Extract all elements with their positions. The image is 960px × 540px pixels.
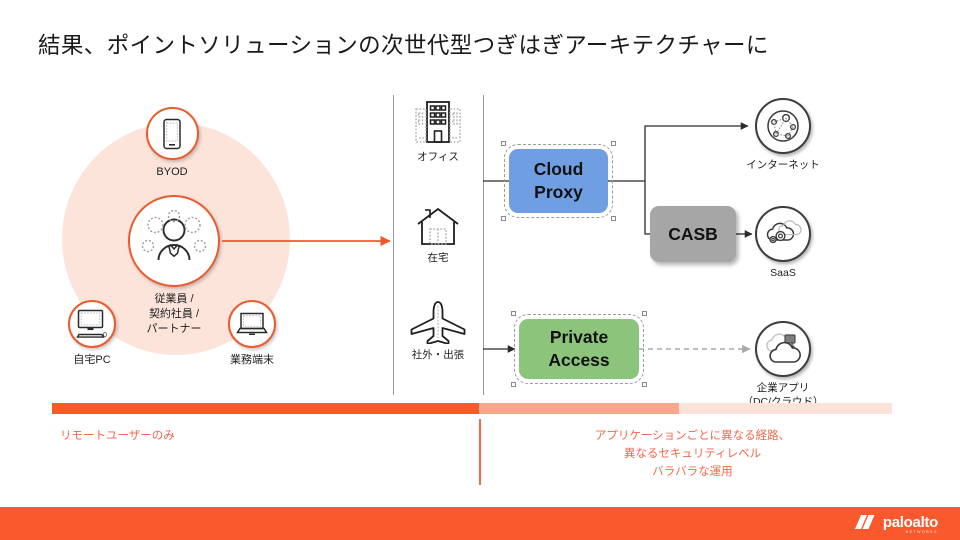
laptop-icon: [236, 312, 268, 335]
private-access-label: Private Access: [548, 326, 609, 372]
dest-internet: インターネット: [728, 98, 838, 173]
location-home: 在宅: [390, 205, 486, 265]
saas-label: SaaS: [770, 267, 796, 279]
employee-label-line2: 契約社員 /: [148, 308, 200, 320]
paloalto-wordmark: paloalto: [882, 514, 938, 531]
cloud-proxy-label-line2: Proxy: [534, 182, 583, 202]
bar-segment-2: [479, 403, 679, 414]
employee-label-line1: 従業員 /: [154, 293, 194, 305]
saas-cloud-icon: [766, 220, 802, 244]
location-home-label: 在宅: [427, 252, 449, 264]
desktop-computer-icon: 0: [76, 309, 107, 339]
enterprise-app-cloud-icon: [766, 333, 801, 363]
dest-enterprise-app: 企業アプリ （DC/クラウド）: [728, 321, 838, 409]
paloalto-logo: paloalto: [854, 514, 938, 531]
right-caption-line3: バラバラな運用: [652, 466, 733, 478]
mobile-phone-icon: [163, 118, 181, 149]
casb-box[interactable]: CASB: [650, 206, 736, 262]
enterprise-app-label-line1: 企業アプリ: [756, 382, 810, 394]
enterprise-app-circle: [755, 321, 811, 377]
employee-circle: [128, 195, 220, 287]
node-home-pc: 0 自宅PC: [60, 300, 124, 367]
saas-circle: [755, 206, 811, 262]
bottom-section-divider: [479, 419, 481, 485]
employee-label: 従業員 / 契約社員 / パートナー: [128, 292, 220, 337]
private-access-label-line2: Access: [548, 350, 610, 370]
slide-canvas: 結果、ポイントソリューションの次世代型つぎはぎアーキテクチャーに BYOD 従業…: [0, 0, 960, 540]
byod-label: BYOD: [156, 166, 188, 178]
right-caption-line2: 異なるセキュリティレベル: [623, 448, 762, 460]
airplane-icon: [410, 301, 466, 344]
house-icon: [417, 207, 459, 245]
bar-segment-1: [52, 403, 479, 414]
location-travel-label: 社外・出張: [411, 349, 465, 361]
bar-segment-3: [679, 403, 892, 414]
cloud-proxy-box[interactable]: Cloud Proxy: [501, 141, 616, 221]
cloud-proxy-label: Cloud Proxy: [534, 158, 584, 204]
user-group-icon: [141, 210, 207, 261]
work-device-circle: [228, 300, 276, 348]
internet-circle: [755, 98, 811, 154]
footer-bar: paloalto NETWORKS: [0, 507, 960, 540]
node-work-device: 業務端末: [220, 300, 284, 367]
left-caption: リモートユーザーのみ: [60, 430, 175, 442]
svg-text:0: 0: [103, 332, 107, 339]
location-travel: 社外・出張: [390, 300, 486, 362]
page-title: 結果、ポイントソリューションの次世代型つぎはぎアーキテクチャーに: [38, 33, 769, 58]
casb-label: CASB: [668, 223, 718, 244]
cloud-proxy-label-line1: Cloud: [533, 159, 584, 179]
employee-label-line3: パートナー: [146, 323, 202, 335]
private-access-box[interactable]: Private Access: [511, 311, 647, 387]
internet-network-icon: [767, 110, 799, 142]
home-pc-label: 自宅PC: [73, 354, 111, 366]
home-pc-circle: 0: [68, 300, 116, 348]
internet-label: インターネット: [746, 159, 820, 171]
office-building-icon: [415, 101, 461, 143]
right-caption: アプリケーションごとに異なる経路、 異なるセキュリティレベル バラバラな運用: [500, 427, 885, 481]
node-employee: 従業員 / 契約社員 / パートナー: [128, 195, 220, 337]
work-device-label: 業務端末: [230, 354, 274, 366]
byod-circle: [145, 107, 199, 160]
location-office-label: オフィス: [417, 151, 459, 163]
dest-saas: SaaS: [728, 206, 838, 281]
node-byod: BYOD: [140, 107, 204, 179]
paloalto-mark-icon: [854, 515, 875, 529]
right-caption-line1: アプリケーションごとに異なる経路、: [594, 430, 791, 442]
private-access-label-line1: Private: [549, 327, 609, 347]
location-office: オフィス: [390, 98, 486, 164]
paloalto-networks-sub: NETWORKS: [905, 530, 938, 534]
